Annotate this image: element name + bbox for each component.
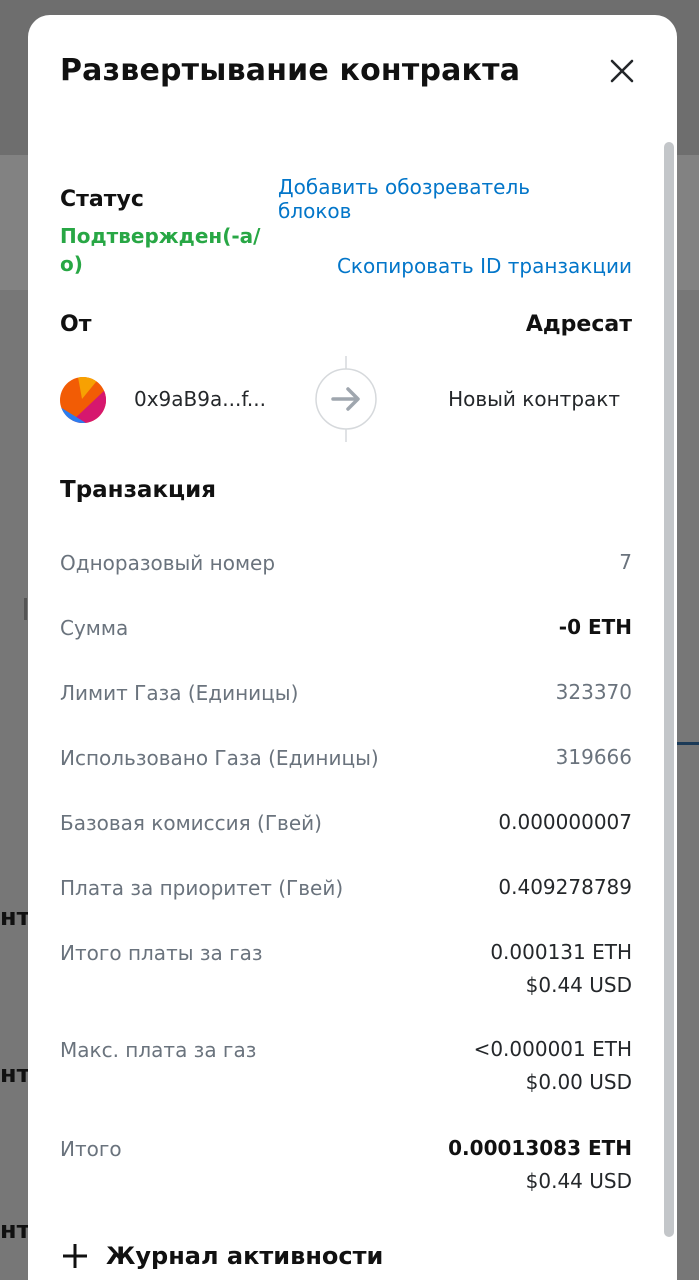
modal-content: Статус Подтвержден(-а/о) Добавить обозре… (60, 15, 632, 1280)
from-label: От (60, 312, 92, 337)
recipient-new-contract: Новый контракт (448, 387, 620, 411)
priority-fee-label: Плата за приоритет (Гвей) (60, 876, 344, 900)
transaction-details-modal: Развертывание контракта Статус Подтвержд… (28, 15, 677, 1280)
to-label: Адресат (525, 312, 632, 337)
gas-used-value: 319666 (555, 745, 632, 769)
total-usd: $0.44 USD (525, 1169, 632, 1193)
background-fragment-mark (24, 598, 27, 620)
add-block-explorer-link[interactable]: Добавить обозреватель блоков (278, 175, 578, 223)
activity-log-toggle[interactable]: Журнал активности (60, 1241, 383, 1271)
background-text-fragment: нт (0, 1060, 31, 1088)
nonce-value: 7 (619, 550, 632, 574)
base-fee-value: 0.000000007 (498, 810, 632, 834)
priority-fee-value: 0.409278789 (498, 875, 632, 899)
plus-icon (63, 1244, 87, 1268)
max-gas-fee-usd: $0.00 USD (525, 1070, 632, 1094)
jazzicon-icon (60, 377, 106, 423)
total-gas-fee-usd: $0.44 USD (525, 973, 632, 997)
amount-value: -0 ETH (558, 615, 632, 639)
sender-to-recipient-arrow (314, 356, 378, 442)
total-label: Итого (60, 1137, 122, 1161)
total-gas-fee-eth: 0.000131 ETH (490, 940, 632, 964)
arrow-right-icon (315, 356, 377, 442)
status-badge: Подтвержден(-а/о) (60, 224, 261, 276)
scrollbar[interactable] (664, 142, 674, 1237)
total-gas-fee-label: Итого платы за газ (60, 941, 263, 965)
amount-label: Сумма (60, 616, 129, 640)
copy-transaction-id-link[interactable]: Скопировать ID транзакции (337, 254, 632, 278)
status-label: Статус (60, 187, 144, 212)
max-gas-fee-label: Макс. плата за газ (60, 1038, 257, 1062)
background-text-fragment: нт (0, 903, 31, 931)
gas-used-label: Использовано Газа (Единицы) (60, 746, 379, 770)
gas-limit-value: 323370 (555, 680, 632, 704)
activity-log-label: Журнал активности (106, 1242, 384, 1270)
total-eth: 0.00013083 ETH (448, 1136, 632, 1160)
transaction-heading: Транзакция (60, 477, 216, 503)
base-fee-label: Базовая комиссия (Гвей) (60, 811, 322, 835)
max-gas-fee-eth: <0.000001 ETH (473, 1037, 632, 1061)
background-text-fragment: нт (0, 1216, 31, 1244)
gas-limit-label: Лимит Газа (Единицы) (60, 681, 299, 705)
from-address[interactable]: 0x9aB9a...f... (134, 387, 266, 411)
nonce-label: Одноразовый номер (60, 551, 276, 575)
background-fragment-line (676, 742, 699, 745)
account-avatar (60, 377, 106, 423)
